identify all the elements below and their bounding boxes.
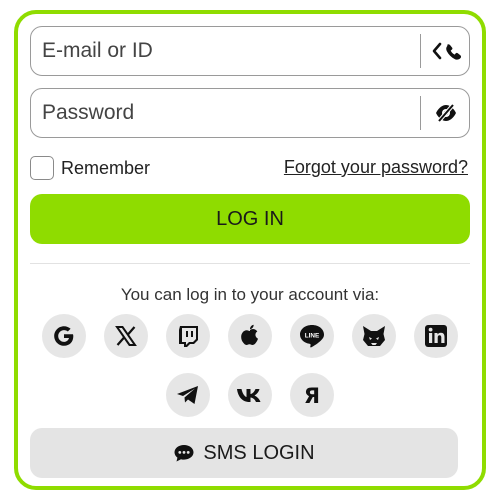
email-field[interactable]: E-mail or ID bbox=[30, 26, 470, 76]
divider bbox=[30, 263, 470, 264]
google-icon[interactable] bbox=[42, 314, 86, 358]
field-separator bbox=[420, 34, 421, 68]
login-card: E-mail or ID Password Remember Forgot yo… bbox=[14, 10, 486, 490]
svg-text:Я: Я bbox=[304, 384, 320, 408]
telegram-icon[interactable] bbox=[166, 373, 210, 417]
email-placeholder: E-mail or ID bbox=[42, 39, 153, 62]
sms-login-button[interactable]: SMS LOGIN bbox=[30, 428, 458, 478]
social-row: Я bbox=[18, 373, 482, 417]
password-field[interactable]: Password bbox=[30, 88, 470, 138]
vk-icon[interactable] bbox=[228, 373, 272, 417]
social-row: LINE bbox=[18, 314, 482, 358]
login-button[interactable]: LOG IN bbox=[30, 194, 470, 244]
twitch-icon[interactable] bbox=[166, 314, 210, 358]
yandex-icon[interactable]: Я bbox=[290, 373, 334, 417]
checkbox-box[interactable] bbox=[30, 156, 54, 180]
apple-icon[interactable] bbox=[228, 314, 272, 358]
line-icon[interactable]: LINE bbox=[290, 314, 334, 358]
linkedin-icon[interactable] bbox=[414, 314, 458, 358]
sms-login-label: SMS LOGIN bbox=[203, 441, 315, 464]
password-placeholder: Password bbox=[42, 101, 135, 124]
svg-text:LINE: LINE bbox=[305, 332, 320, 339]
forgot-password-link[interactable]: Forgot your password? bbox=[284, 157, 468, 178]
remember-label: Remember bbox=[61, 157, 151, 178]
remember-checkbox[interactable]: Remember bbox=[30, 156, 150, 180]
switch-to-phone-icon[interactable] bbox=[429, 36, 463, 66]
eye-slash-icon[interactable] bbox=[429, 98, 463, 128]
field-separator bbox=[420, 96, 421, 130]
x-icon[interactable] bbox=[104, 314, 148, 358]
chat-bubble-icon bbox=[173, 443, 195, 463]
social-login-prompt: You can log in to your account via: bbox=[120, 285, 380, 304]
metamask-icon[interactable] bbox=[352, 314, 396, 358]
